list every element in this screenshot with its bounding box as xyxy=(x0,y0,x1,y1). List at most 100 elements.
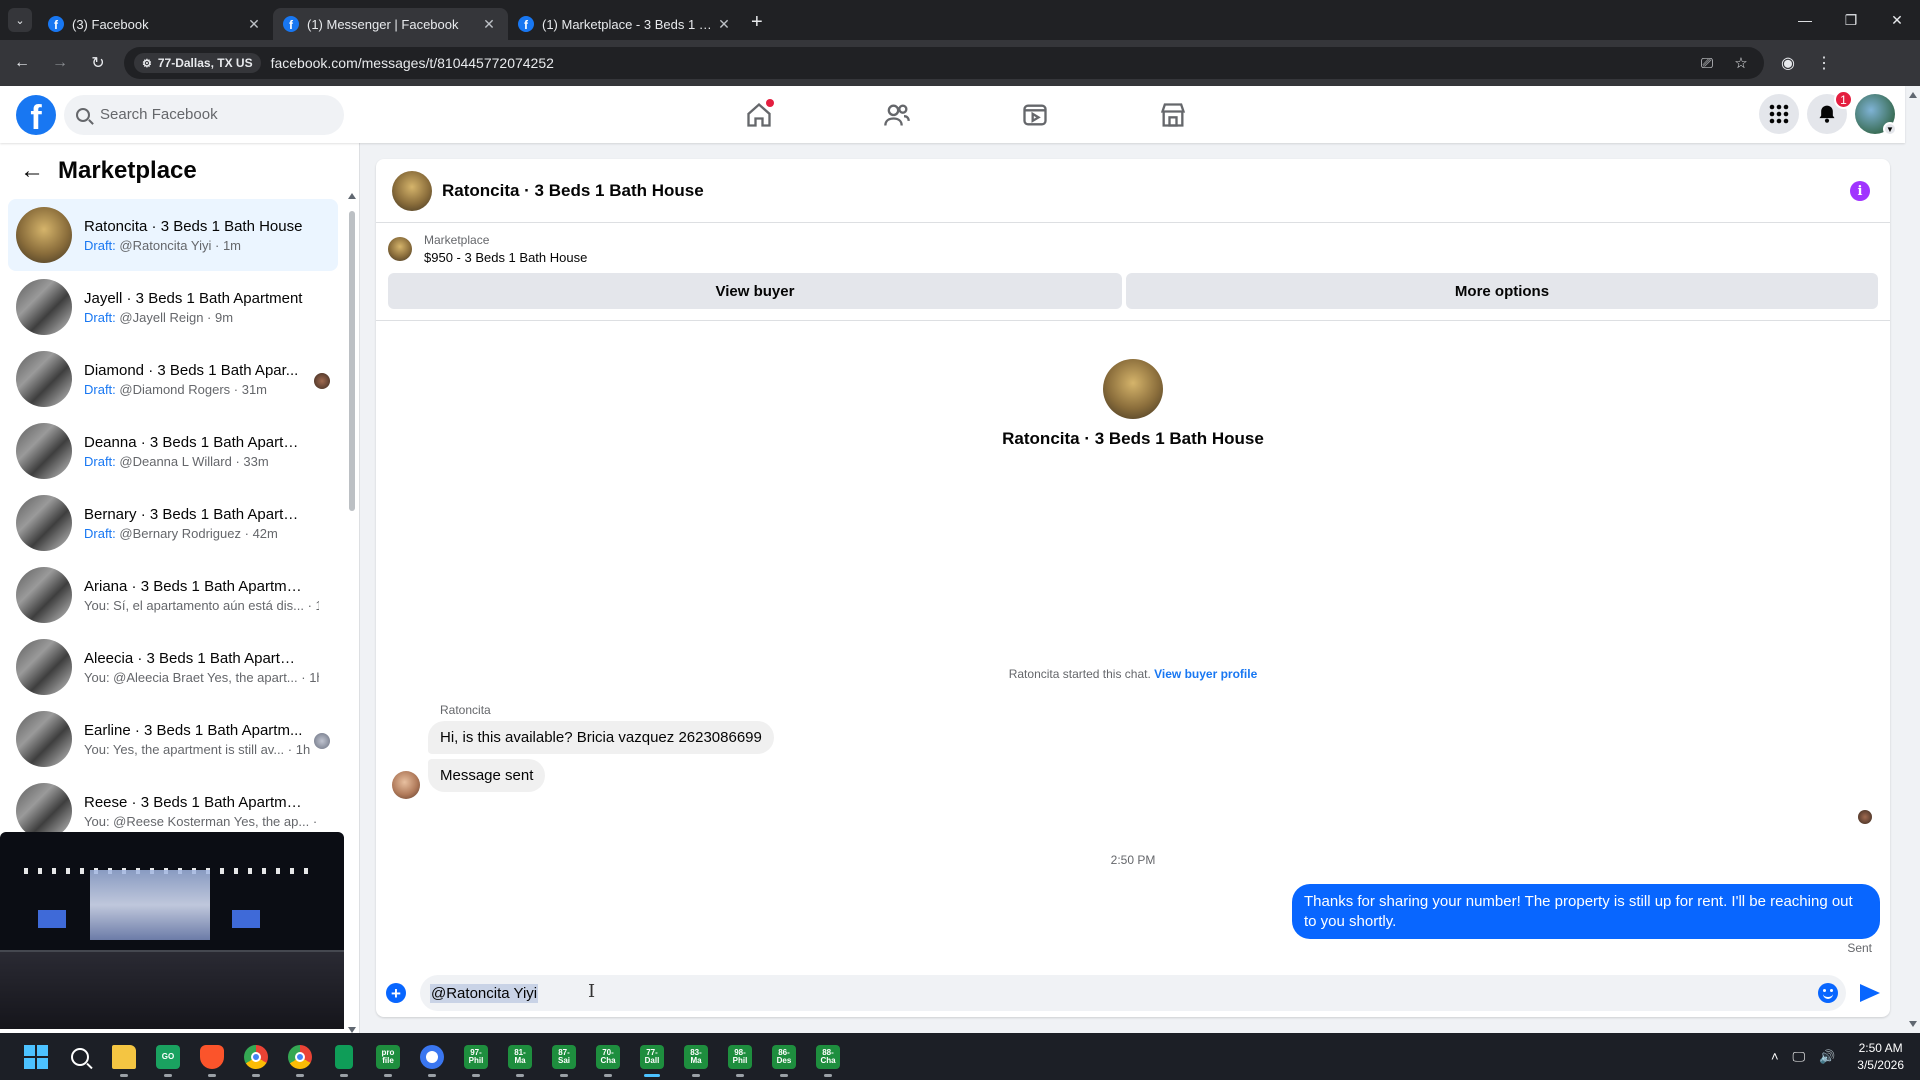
intro-avatar[interactable] xyxy=(1103,359,1163,419)
taskbar-app[interactable]: 70- Cha xyxy=(586,1035,630,1079)
network-icon[interactable]: 🖵 xyxy=(1793,1049,1806,1065)
taskbar-app[interactable]: 77- Dall xyxy=(630,1035,674,1079)
address-bar[interactable]: ⚙ 77-Dallas, TX US facebook.com/messages… xyxy=(124,47,1764,79)
conversation-item[interactable]: Ariana · 3 Beds 1 Bath Apartment You: Sí,… xyxy=(8,559,338,631)
plus-icon[interactable]: + xyxy=(386,983,406,1003)
taskbar-app[interactable] xyxy=(234,1035,278,1079)
taskbar-app[interactable] xyxy=(410,1035,454,1079)
outgoing-message[interactable]: Thanks for sharing your number! The prop… xyxy=(1292,884,1880,939)
conversation-time: 31m xyxy=(241,381,268,397)
nav-home[interactable] xyxy=(690,86,828,143)
forward-button[interactable]: → xyxy=(44,47,76,79)
sidebar-scrollbar[interactable] xyxy=(348,193,356,1033)
draft-label: Draft: xyxy=(84,453,116,469)
close-tab-icon[interactable]: ✕ xyxy=(480,16,498,33)
nav-video[interactable] xyxy=(966,86,1104,143)
taskbar-app[interactable]: 97- Phil xyxy=(454,1035,498,1079)
close-window-button[interactable]: ✕ xyxy=(1874,0,1920,40)
conversation-item[interactable]: Diamond · 3 Beds 1 Bath Apar... Draft: @D… xyxy=(8,343,338,415)
page-scroll-up-arrow[interactable] xyxy=(1909,92,1917,98)
picture-in-picture-video[interactable] xyxy=(0,832,344,1029)
conversation-item[interactable]: Ratoncita · 3 Beds 1 Bath House Draft: @R… xyxy=(8,199,338,271)
conversation-text: Bernary · 3 Beds 1 Bath Apartment Draft: … xyxy=(84,506,330,541)
listing-thumbnail[interactable] xyxy=(388,237,412,261)
incoming-message[interactable]: Message sent xyxy=(428,759,546,792)
close-tab-icon[interactable]: ✕ xyxy=(715,16,733,33)
system-clock[interactable]: 2:50 AM 3/5/2026 xyxy=(1857,1040,1904,1072)
bookmark-star-icon[interactable]: ☆ xyxy=(1724,54,1758,72)
message-status: Sent xyxy=(1847,941,1872,955)
taskbar-app[interactable]: 88- Cha xyxy=(806,1035,850,1079)
notifications-button[interactable]: 1 xyxy=(1807,90,1853,134)
browser-menu-icon[interactable]: ⋮ xyxy=(1806,53,1842,73)
facebook-logo-icon[interactable]: f xyxy=(16,94,56,135)
emoji-icon[interactable] xyxy=(1818,983,1838,1003)
listing-price[interactable]: $950 - 3 Beds 1 Bath House xyxy=(424,250,587,265)
search-icon xyxy=(71,1047,89,1066)
taskbar-app[interactable]: GO xyxy=(146,1035,190,1079)
menu-grid-button[interactable] xyxy=(1759,94,1799,134)
info-icon[interactable]: i xyxy=(1850,181,1870,201)
chevron-up-icon[interactable]: ˄ xyxy=(1771,1049,1779,1064)
taskbar-app[interactable] xyxy=(190,1035,234,1079)
browser-tab[interactable]: f (1) Marketplace - 3 Beds 1 Bath ✕ xyxy=(508,8,743,40)
chevron-down-icon: ▼ xyxy=(1883,122,1897,136)
buyer-avatar[interactable] xyxy=(392,771,420,799)
taskbar-search-button[interactable] xyxy=(58,1035,102,1079)
taskbar-app[interactable] xyxy=(322,1035,366,1079)
taskbar-app[interactable]: 98- Phil xyxy=(718,1035,762,1079)
scroll-up-arrow[interactable] xyxy=(348,193,356,199)
search-input[interactable]: Search Facebook xyxy=(64,94,344,135)
conversation-item[interactable]: Earline · 3 Beds 1 Bath Apartm... You: Ye… xyxy=(8,703,338,775)
new-tab-button[interactable]: + xyxy=(751,11,763,34)
main-nav xyxy=(690,86,1242,143)
chat-title[interactable]: Ratoncita · 3 Beds 1 Bath House xyxy=(442,181,704,201)
minimize-button[interactable]: — xyxy=(1782,0,1828,40)
taskbar-app[interactable]: 87- Sai xyxy=(542,1035,586,1079)
install-app-icon[interactable]: ⎚ xyxy=(1690,54,1724,72)
tab-search-button[interactable]: ⌄ xyxy=(8,8,32,32)
profile-icon[interactable]: ◉ xyxy=(1770,53,1806,73)
taskbar-app[interactable]: pro file xyxy=(366,1035,410,1079)
browser-tab[interactable]: f (1) Messenger | Facebook ✕ xyxy=(273,8,508,40)
taskbar-app[interactable]: 83- Ma xyxy=(674,1035,718,1079)
browser-tab[interactable]: f (3) Facebook ✕ xyxy=(38,8,273,40)
scrollbar-thumb[interactable] xyxy=(349,211,355,511)
volume-icon[interactable]: 🔊 xyxy=(1819,1049,1835,1065)
view-buyer-button[interactable]: View buyer xyxy=(388,273,1122,309)
preview-text: @Jayell Reign xyxy=(115,309,204,325)
draft-label: Draft: xyxy=(84,309,116,325)
nav-marketplace[interactable] xyxy=(1104,86,1242,143)
conversation-name: Jayell · 3 Beds 1 Bath Apartment xyxy=(84,289,303,307)
send-icon[interactable] xyxy=(1860,984,1880,1002)
close-tab-icon[interactable]: ✕ xyxy=(245,16,263,33)
running-indicator xyxy=(120,1073,128,1077)
start-button[interactable] xyxy=(14,1035,58,1079)
page-scrollbar[interactable] xyxy=(1905,86,1920,1033)
message-input[interactable]: @Ratoncita Yiyi I xyxy=(420,975,1846,1011)
taskbar-app[interactable]: 86- Des xyxy=(762,1035,806,1079)
chat-header: Ratoncita · 3 Beds 1 Bath House i xyxy=(376,159,1890,223)
taskbar-app[interactable] xyxy=(278,1035,322,1079)
nav-friends[interactable] xyxy=(828,86,966,143)
listing-thumbnail xyxy=(16,423,72,479)
restore-button[interactable]: ❐ xyxy=(1828,0,1874,40)
view-buyer-profile-link[interactable]: View buyer profile xyxy=(1154,667,1257,681)
conversation-item[interactable]: Jayell · 3 Beds 1 Bath Apartment Draft: @… xyxy=(8,271,338,343)
site-info-chip[interactable]: ⚙ 77-Dallas, TX US xyxy=(134,53,261,73)
conversation-item[interactable]: Aleecia · 3 Beds 1 Bath Apartment You: @A… xyxy=(8,631,338,703)
back-arrow-icon[interactable]: ← xyxy=(20,159,44,183)
more-options-button[interactable]: More options xyxy=(1126,273,1878,309)
account-avatar[interactable]: ▼ xyxy=(1855,94,1897,136)
conversation-item[interactable]: Deanna · 3 Beds 1 Bath Apartment Draft: @… xyxy=(8,415,338,487)
conversation-item[interactable]: Bernary · 3 Beds 1 Bath Apartment Draft: … xyxy=(8,487,338,559)
running-indicator xyxy=(644,1073,660,1077)
incoming-message[interactable]: Hi, is this available? Bricia vazquez 26… xyxy=(428,721,774,754)
taskbar-app[interactable]: 81- Ma xyxy=(498,1035,542,1079)
reload-button[interactable]: ↻ xyxy=(82,47,114,79)
page-scroll-down-arrow[interactable] xyxy=(1909,1021,1917,1027)
chat-avatar[interactable] xyxy=(392,170,432,211)
back-button[interactable]: ← xyxy=(6,47,38,79)
facebook-header: f Search Facebook 1 ▼ xyxy=(0,86,1905,143)
taskbar-app[interactable] xyxy=(102,1035,146,1079)
